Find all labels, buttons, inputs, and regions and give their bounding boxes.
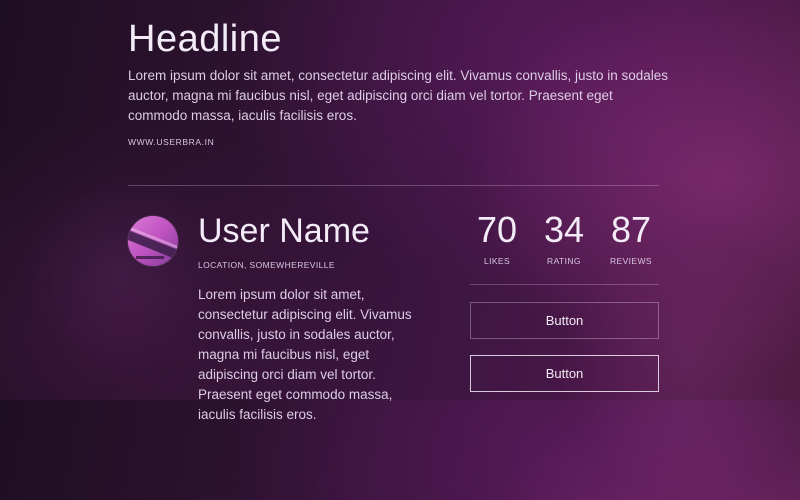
user-avatar[interactable] [128, 216, 178, 266]
stat-likes-label: LIKES [483, 256, 511, 266]
secondary-button[interactable]: Button [470, 355, 659, 392]
stat-rating-value: 34 [543, 209, 585, 250]
stats-divider [470, 284, 659, 285]
user-location: LOCATION, SOMEWHEREVILLE [198, 260, 335, 270]
stat-reviews-value: 87 [610, 209, 652, 250]
stat-rating: 34 RATING [534, 208, 594, 266]
website-link[interactable]: WWW.USERBRA.IN [128, 137, 214, 147]
user-bio: Lorem ipsum dolor sit amet, consectetur … [198, 287, 412, 422]
primary-button[interactable]: Button [470, 302, 659, 339]
section-divider [128, 185, 659, 186]
intro-paragraph: Lorem ipsum dolor sit amet, consectetur … [128, 68, 668, 123]
stat-reviews-label: REVIEWS [609, 256, 652, 266]
avatar-image-icon [128, 216, 178, 266]
background-glow [20, 170, 220, 370]
user-name: User Name [198, 212, 370, 250]
stat-reviews: 87 REVIEWS [601, 208, 661, 266]
stat-rating-label: RATING [547, 256, 581, 266]
stat-likes: 70 LIKES [467, 208, 527, 266]
headline: Headline [128, 18, 282, 60]
stat-likes-value: 70 [476, 209, 518, 250]
